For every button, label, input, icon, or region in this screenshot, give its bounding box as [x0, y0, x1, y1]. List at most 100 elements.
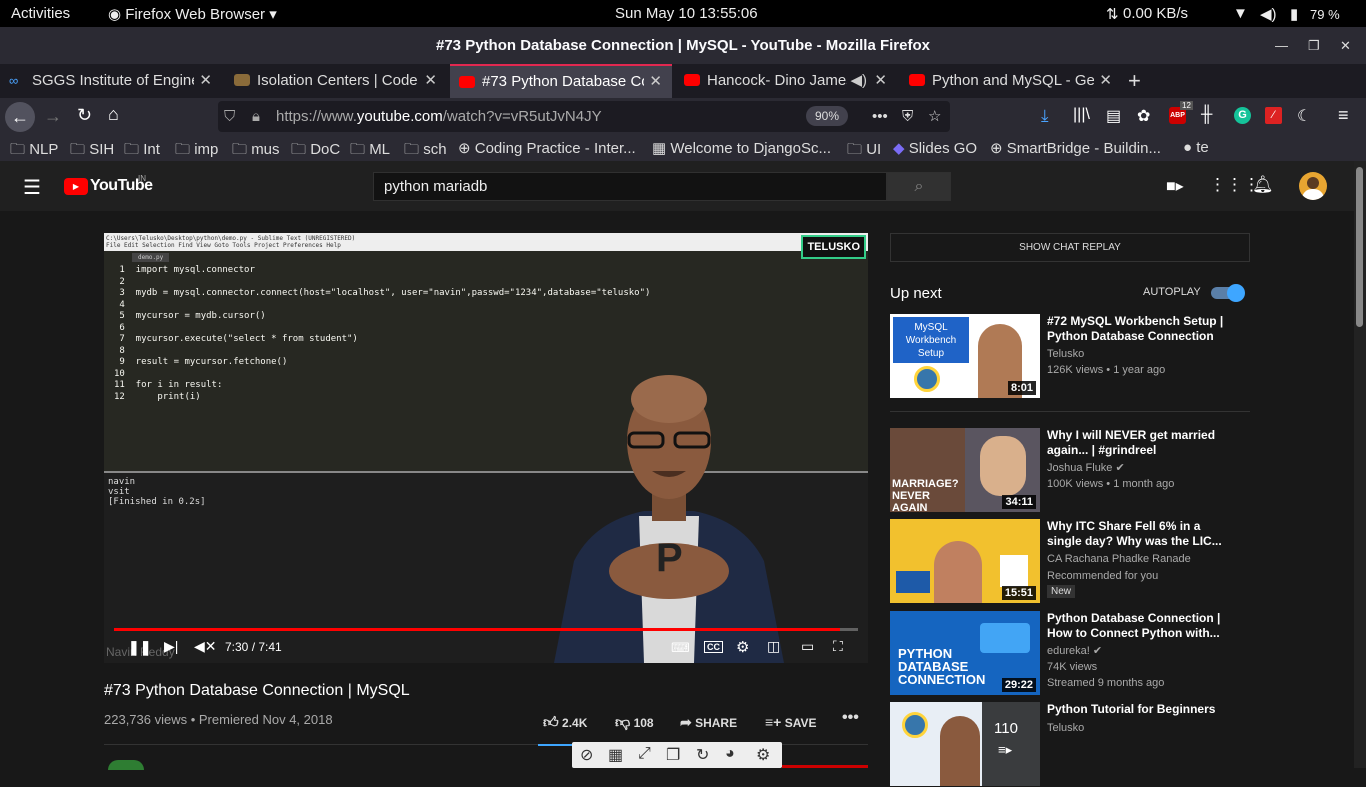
url-bar[interactable]: ⛉ 🔒︎ https://www.youtube.com/watch?v=vR5…	[218, 101, 950, 132]
captions-icon[interactable]: CC	[704, 641, 723, 653]
tab-python-db-video[interactable]: #73 Python Database Co ✕	[450, 64, 672, 98]
video-title[interactable]: #72 MySQL Workbench Setup | Python Datab…	[1047, 314, 1237, 343]
miniplayer-icon[interactable]: ◫	[767, 638, 780, 655]
video-thumbnail[interactable]: MARRIAGE? NEVER AGAIN 34:11	[890, 428, 1040, 512]
copy-icon[interactable]: ❐	[666, 745, 680, 765]
close-tab-icon[interactable]: ✕	[424, 64, 437, 98]
close-tab-icon[interactable]: ✕	[874, 64, 887, 98]
gears-icon[interactable]: ⚙	[756, 745, 770, 765]
bookmark-django[interactable]: ▦ Welcome to DjangoSc...	[652, 139, 831, 157]
recommended-video[interactable]: MySQL Workbench Setup 8:01 #72 MySQL Wor…	[890, 314, 1250, 399]
recommended-video[interactable]: MARRIAGE? NEVER AGAIN 34:11 Why I will N…	[890, 428, 1250, 513]
url-text[interactable]: https://www.youtube.com/watch?v=vR5utJvN…	[276, 101, 602, 132]
close-tab-icon[interactable]: ✕	[649, 66, 662, 98]
search-input[interactable]: python mariadb	[373, 172, 887, 201]
channel-name[interactable]: edureka! ✔	[1047, 644, 1102, 657]
film-icon[interactable]: ▦	[608, 745, 623, 765]
maximize-button[interactable]: ❐	[1308, 27, 1320, 64]
palette-icon[interactable]: ◕	[725, 745, 735, 763]
bookmark-github[interactable]: ● te	[1183, 139, 1209, 156]
recommended-video[interactable]: 110 ≡▸ Python Tutorial for Beginners Tel…	[890, 702, 1250, 787]
theater-mode-icon[interactable]: ▭	[801, 638, 814, 655]
close-tab-icon[interactable]: ✕	[199, 64, 212, 98]
video-thumbnail[interactable]: PYTHON DATABASE CONNECTION 29:22	[890, 611, 1040, 695]
tab-python-mysql[interactable]: Python and MySQL - Get ✕	[900, 64, 1122, 98]
library-icon[interactable]: |||\	[1073, 106, 1090, 124]
scrollbar-thumb[interactable]	[1356, 167, 1363, 327]
dislike-button[interactable]: 👎︎ 108	[615, 714, 654, 732]
tab-hancock[interactable]: Hancock- Dino James ◀) ✕	[675, 64, 897, 98]
minimize-button[interactable]: —	[1275, 27, 1288, 64]
next-video-icon[interactable]: ▶|	[164, 638, 178, 655]
download-icon[interactable]: ⤓	[1041, 106, 1049, 126]
search-button[interactable]: ⌕	[887, 172, 951, 201]
playlist-title[interactable]: Python Tutorial for Beginners	[1047, 702, 1237, 717]
bookmark-coding-practice[interactable]: ⊕ Coding Practice - Inter...	[458, 139, 636, 157]
home-button[interactable]: ⌂	[108, 104, 119, 125]
like-button[interactable]: 👍︎ 2.4K	[543, 714, 587, 732]
new-tab-button[interactable]: +	[1128, 64, 1158, 98]
wifi-icon[interactable]: ▼	[1233, 5, 1248, 22]
shield-icon[interactable]: ⛉	[224, 101, 235, 132]
reload-button[interactable]: ↻	[77, 105, 92, 126]
video-thumbnail[interactable]: 110 ≡▸	[890, 702, 1040, 786]
keyboard-icon[interactable]: ⌨	[671, 640, 690, 656]
video-progress-bar[interactable]	[114, 628, 858, 631]
bookmark-slides-go[interactable]: ◆ Slides GO	[893, 139, 977, 157]
pause-button[interactable]: ❚❚	[128, 639, 151, 656]
video-thumbnail[interactable]: MySQL Workbench Setup 8:01	[890, 314, 1040, 398]
clock[interactable]: Sun May 10 13:55:06	[615, 5, 758, 22]
show-chat-replay-button[interactable]: SHOW CHAT REPLAY	[890, 233, 1250, 262]
recommended-video[interactable]: 15:51 Why ITC Share Fell 6% in a single …	[890, 519, 1250, 604]
lock-icon[interactable]: 🔒︎	[252, 101, 260, 132]
save-button[interactable]: ≡+ SAVE	[765, 714, 817, 730]
ruler-extension-icon[interactable]: ╫	[1201, 106, 1212, 124]
fullscreen-icon[interactable]: ⛶	[833, 638, 843, 655]
back-button[interactable]: ←	[5, 102, 35, 132]
forward-button[interactable]: →	[44, 106, 62, 127]
volume-icon[interactable]: ◀)	[1260, 5, 1277, 23]
recommended-video[interactable]: PYTHON DATABASE CONNECTION 29:22 Python …	[890, 611, 1250, 696]
autoplay-toggle[interactable]	[1211, 284, 1245, 302]
share-button[interactable]: ➦ SHARE	[680, 714, 737, 731]
tab-isolation-centers[interactable]: Isolation Centers | Code ✕	[225, 64, 447, 98]
create-video-icon[interactable]: ■▸	[1166, 176, 1184, 196]
pdf-extension-icon[interactable]: ⁄	[1265, 107, 1282, 124]
mute-icon[interactable]: ◀✕	[194, 638, 217, 655]
expand-icon[interactable]: ⤢	[638, 745, 651, 763]
video-player[interactable]: C:\Users\Telusko\Desktop\python\demo.py …	[104, 233, 868, 663]
grammarly-icon[interactable]: G	[1234, 107, 1251, 124]
youtube-logo-icon[interactable]: ▶	[64, 178, 88, 195]
close-window-button[interactable]: ✕	[1340, 27, 1351, 64]
bookmark-star-icon[interactable]: ☆	[928, 101, 941, 132]
close-tab-icon[interactable]: ✕	[1099, 64, 1112, 98]
avatar[interactable]	[1299, 172, 1327, 200]
settings-gear-icon[interactable]: ⚙	[736, 638, 749, 656]
channel-name[interactable]: Joshua Fluke ✔	[1047, 461, 1125, 474]
more-actions-icon[interactable]: •••	[842, 709, 859, 727]
zoom-level-button[interactable]: 90%	[806, 106, 849, 126]
video-title[interactable]: Why ITC Share Fell 6% in a single day? W…	[1047, 519, 1237, 548]
guide-menu-icon[interactable]: ☰	[23, 175, 41, 200]
audio-playing-icon[interactable]: ◀)	[850, 64, 867, 98]
video-thumbnail[interactable]: 15:51	[890, 519, 1040, 603]
channel-name[interactable]: Telusko	[1047, 722, 1084, 734]
page-actions-icon[interactable]: •••	[872, 101, 888, 132]
channel-name[interactable]: Telusko	[1047, 348, 1084, 360]
dark-mode-extension-icon[interactable]: ☾	[1297, 106, 1311, 126]
sidebar-icon[interactable]: ▤	[1106, 106, 1121, 126]
refresh-icon[interactable]: ↻	[696, 745, 709, 765]
video-title[interactable]: Python Database Connection | How to Conn…	[1047, 611, 1237, 640]
battery-icon[interactable]: ▮	[1290, 5, 1298, 23]
tab-sggs[interactable]: ∞ SGGS Institute of Engine ✕	[0, 64, 222, 98]
app-menu[interactable]: ◉ Firefox Web Browser ▾	[108, 5, 277, 23]
notifications-bell-icon[interactable]: 🔔︎	[1252, 175, 1274, 195]
hamburger-menu-icon[interactable]: ≡	[1338, 105, 1349, 126]
no-entry-icon[interactable]: ⊘	[580, 745, 593, 765]
extension-monkey-icon[interactable]: ✿	[1137, 106, 1150, 126]
bookmark-smartbridge[interactable]: ⊕ SmartBridge - Buildin...	[990, 139, 1161, 157]
page-scrollbar[interactable]	[1354, 161, 1366, 768]
video-title[interactable]: Why I will NEVER get married again... | …	[1047, 428, 1237, 457]
pocket-icon[interactable]: ⛨	[902, 101, 913, 132]
channel-name[interactable]: CA Rachana Phadke Ranade	[1047, 553, 1191, 565]
